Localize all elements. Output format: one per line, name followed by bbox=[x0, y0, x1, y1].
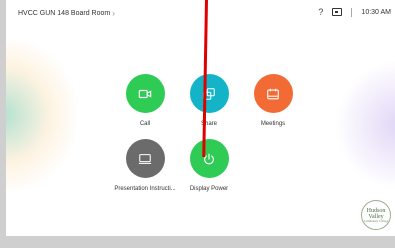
room-name-breadcrumb[interactable]: HVCC GUN 148 Board Room › bbox=[18, 9, 115, 18]
ambient-glow-right bbox=[335, 60, 395, 190]
camera-icon bbox=[138, 89, 152, 98]
logo-line-3: Community College bbox=[363, 218, 389, 223]
meetings-label: Meetings bbox=[260, 121, 286, 127]
presentation-instructions-button[interactable]: Presentation Instructi... bbox=[114, 139, 176, 192]
presentation-circle[interactable] bbox=[125, 139, 165, 178]
help-icon[interactable]: ? bbox=[318, 7, 323, 17]
share-circle[interactable] bbox=[189, 74, 229, 113]
college-logo: Hudson Valley Community College bbox=[361, 200, 391, 230]
presentation-label: Presentation Instructi... bbox=[114, 186, 176, 192]
divider bbox=[351, 7, 353, 17]
top-bar: HVCC GUN 148 Board Room › ? 10:30 AM bbox=[6, 0, 395, 26]
status-area: ? 10:30 AM bbox=[318, 7, 391, 17]
clock: 10:30 AM bbox=[361, 8, 391, 16]
ambient-glow-left bbox=[6, 40, 76, 190]
call-label: Call bbox=[139, 121, 151, 127]
calendar-icon bbox=[267, 88, 279, 99]
display-power-label: Display Power bbox=[189, 186, 229, 192]
call-circle[interactable] bbox=[125, 74, 165, 113]
display-power-circle[interactable] bbox=[189, 139, 229, 178]
monitor-icon bbox=[138, 153, 152, 164]
display-power-button[interactable]: Display Power bbox=[179, 139, 239, 192]
room-name: HVCC GUN 148 Board Room bbox=[18, 10, 111, 17]
meetings-circle[interactable] bbox=[253, 74, 293, 113]
share-button[interactable]: Share bbox=[179, 74, 239, 127]
chevron-right-icon: › bbox=[112, 9, 115, 18]
camera-status-icon[interactable] bbox=[332, 8, 343, 16]
call-button[interactable]: Call bbox=[115, 74, 175, 127]
meetings-button[interactable]: Meetings bbox=[243, 74, 303, 127]
touch-panel-screen: HVCC GUN 148 Board Room › ? 10:30 AM Cal… bbox=[6, 0, 395, 236]
